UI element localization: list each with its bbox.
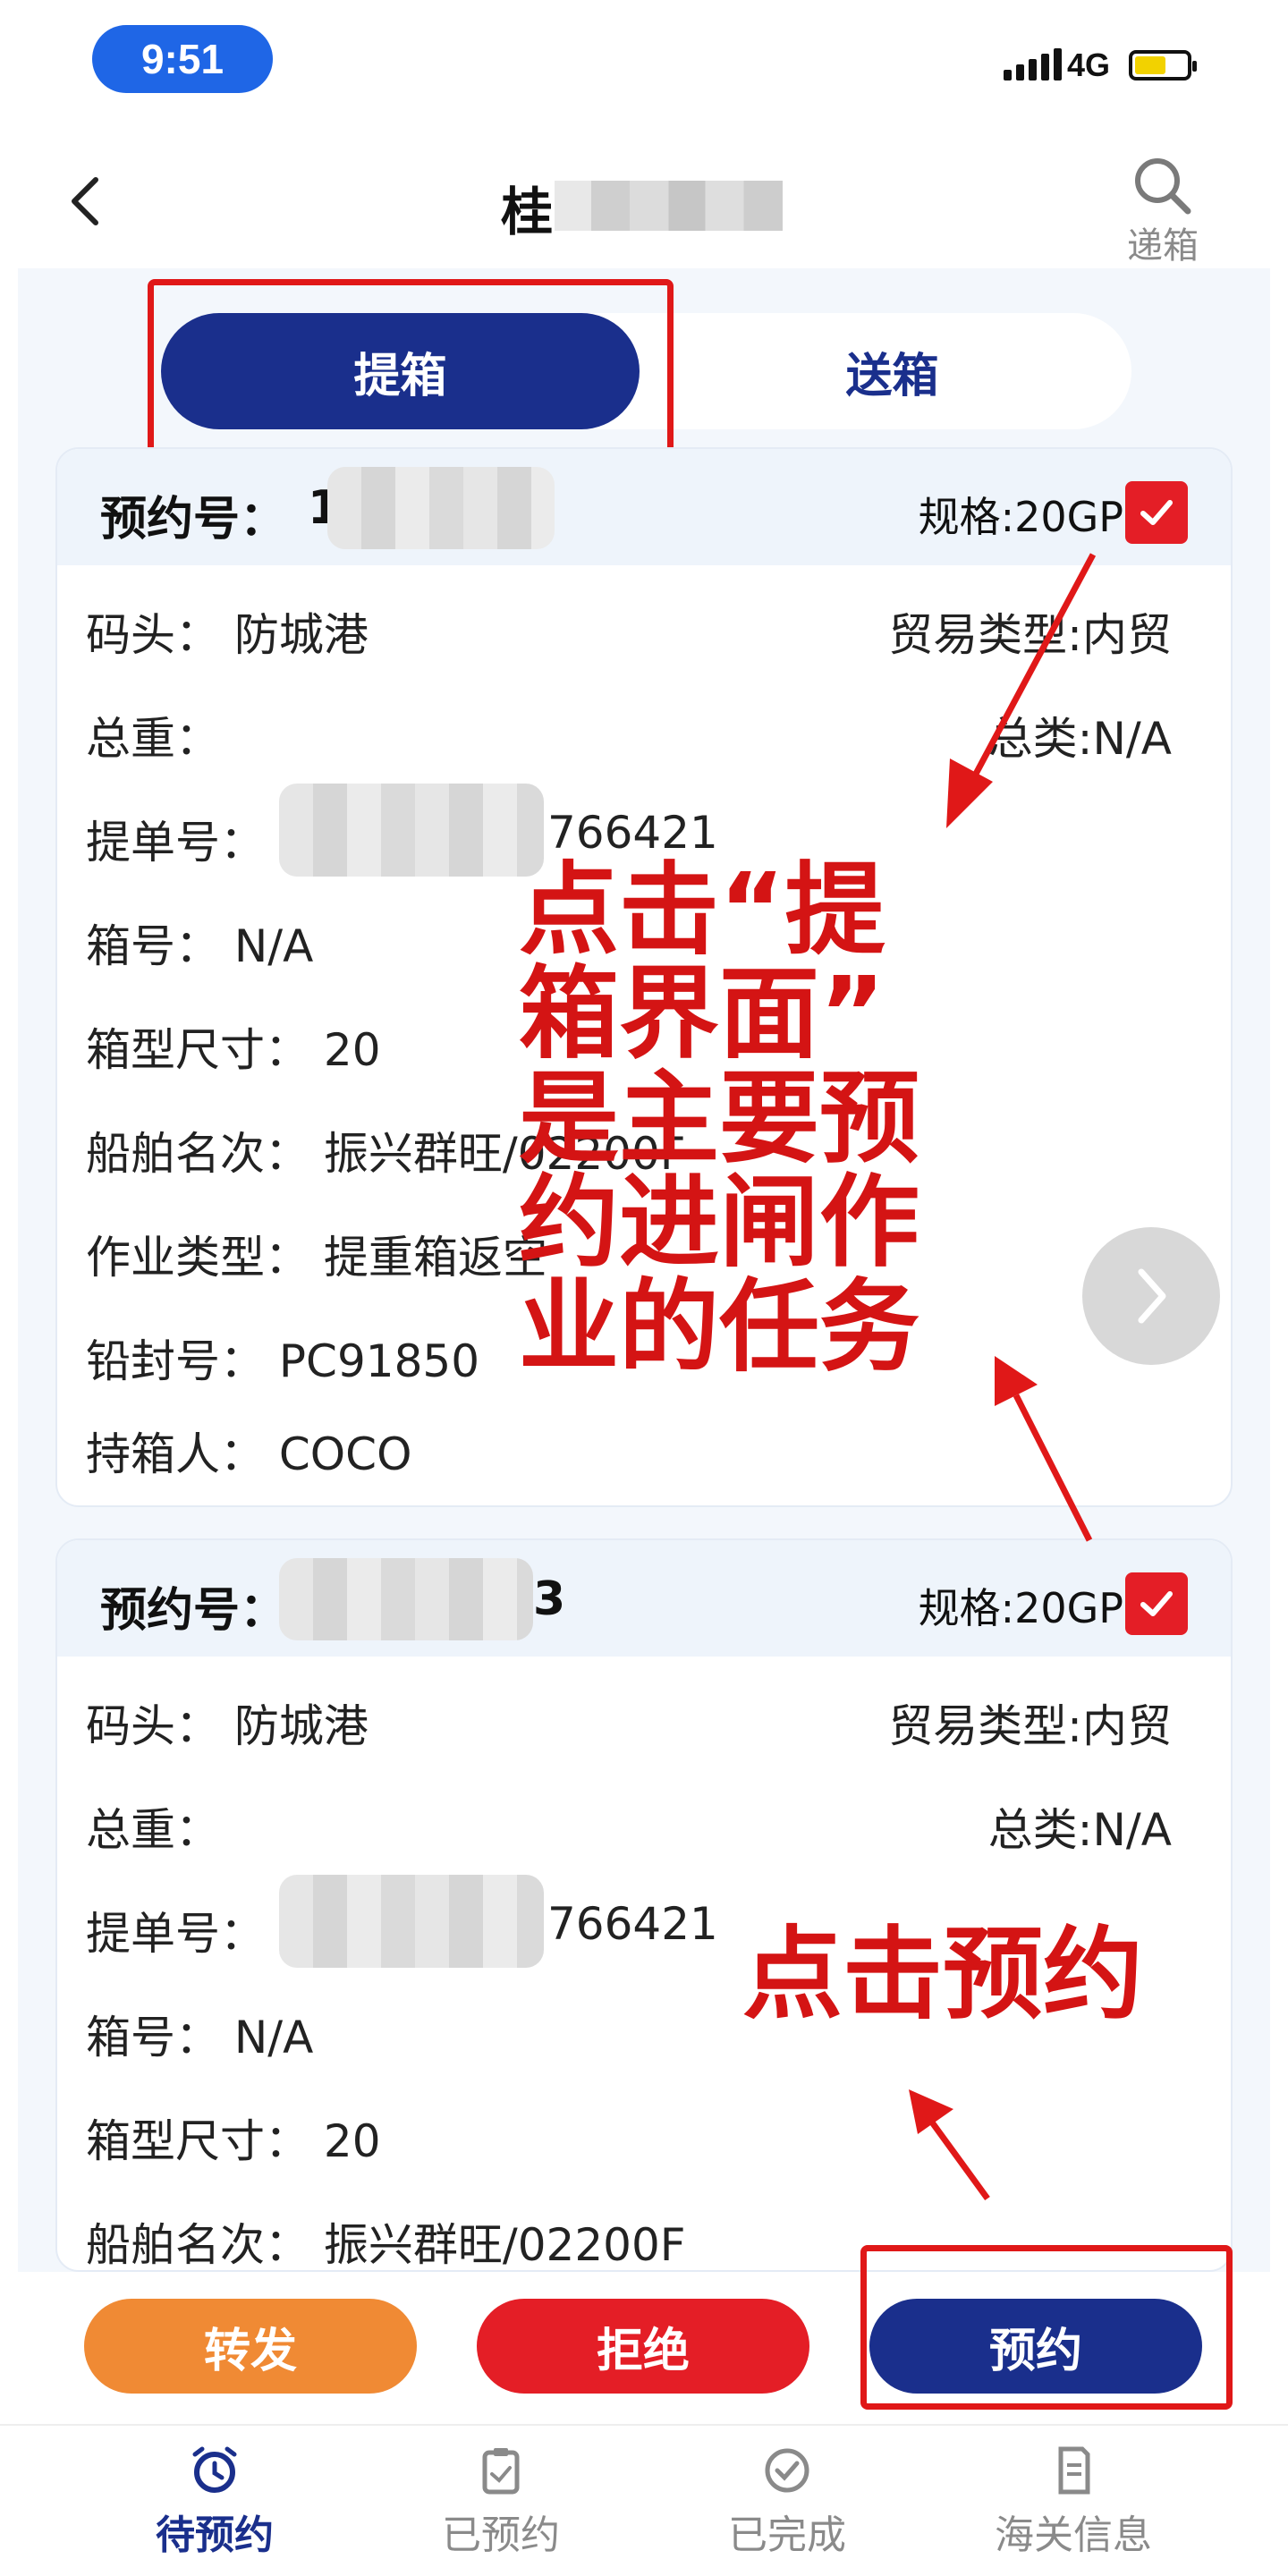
- container-number-field: 箱号： N/A: [86, 920, 314, 972]
- tab-label: 已完成: [728, 2512, 846, 2558]
- bill-label: 提单号：: [86, 1908, 265, 1960]
- tab-label: 待预约: [156, 2512, 274, 2558]
- appointment-card[interactable]: 预约号： 3 规格:20GP 码头： 防城港 贸易类型:内贸 总重： 总类:N/…: [55, 1538, 1233, 2272]
- spec-label: 规格:20GP: [918, 493, 1123, 541]
- reject-button[interactable]: 拒绝: [477, 2299, 809, 2394]
- holder-field: 持箱人： COCO: [86, 1428, 412, 1480]
- bill-redacted: [279, 1875, 544, 1968]
- gross-weight-field: 总重：: [86, 1804, 220, 1856]
- signal-icon: [1004, 48, 1062, 80]
- annotation-line: 是主要预: [519, 1060, 919, 1177]
- status-time: 9:51: [92, 25, 273, 93]
- work-type-field: 作业类型： 提重箱返空: [86, 1232, 547, 1284]
- annotation-line: 业的任务: [519, 1268, 919, 1385]
- trade-type-field: 贸易类型:内贸: [888, 1700, 1172, 1752]
- bill-redacted: [279, 784, 544, 877]
- terminal-field: 码头： 防城港: [86, 1700, 369, 1752]
- search-icon: [1135, 158, 1191, 215]
- nav-header: 桂 递箱: [0, 134, 1288, 268]
- appointment-label: 预约号：: [100, 1584, 287, 1638]
- check-icon: [1140, 1591, 1173, 1616]
- tab-customs[interactable]: 海关信息: [966, 2444, 1181, 2569]
- trade-type-field: 贸易类型:内贸: [888, 609, 1172, 661]
- tab-booked[interactable]: 已预约: [394, 2444, 608, 2569]
- container-number-field: 箱号： N/A: [86, 2012, 314, 2063]
- document-icon: [1058, 2446, 1090, 2495]
- appointment-number: 3: [533, 1572, 566, 1626]
- gross-weight-field: 总重：: [86, 713, 220, 765]
- container-size-field: 箱型尺寸： 20: [86, 1024, 381, 1076]
- network-type: 4G: [1067, 47, 1111, 83]
- appointment-redacted: [279, 1558, 533, 1640]
- card-header: 预约号： 1 规格:20GP: [57, 449, 1231, 565]
- vessel-field: 船舶名次： 振兴群旺/02200F: [86, 2219, 686, 2271]
- annotation-line: 点击“提: [519, 852, 886, 969]
- check-circle-icon: [765, 2448, 809, 2493]
- chevron-right-icon: [1138, 1268, 1166, 1324]
- terminal-field: 码头： 防城港: [86, 609, 369, 661]
- tab-label: 已预约: [442, 2512, 560, 2558]
- title-redacted: [555, 181, 783, 231]
- bill-label: 提单号：: [86, 817, 265, 869]
- battery-icon: [1129, 50, 1197, 80]
- select-checkbox[interactable]: [1125, 1572, 1188, 1635]
- annotation-line: 约进闸作: [519, 1165, 919, 1282]
- page-title: 桂: [501, 182, 554, 242]
- status-bar: 9:51 4G: [0, 0, 1288, 134]
- annotation-box-book: [860, 2245, 1233, 2410]
- container-size-field: 箱型尺寸： 20: [86, 2115, 381, 2167]
- annotation-text-book: 点击预约: [742, 1917, 1143, 2033]
- annotation-text-main: 点击“提 箱界面” 是主要预 约进闸作 业的任务: [519, 852, 919, 1385]
- check-icon: [1140, 500, 1173, 525]
- bill-number: 766421: [547, 807, 718, 859]
- clipboard-icon: [482, 2448, 520, 2495]
- tab-pending[interactable]: 待预约: [107, 2444, 322, 2569]
- bottom-tab-bar: 待预约 已预约 已完成 海关信息: [0, 2424, 1288, 2576]
- tab-label: 海关信息: [995, 2512, 1152, 2558]
- search-label: 递箱: [1127, 225, 1199, 267]
- forward-button[interactable]: 转发: [84, 2299, 417, 2394]
- app-screen: 9:51 4G 桂 递箱 提箱 送箱 预约号： 1 规格:20GP 码头： 防城…: [0, 0, 1288, 2576]
- bill-number: 766421: [547, 1898, 718, 1950]
- appointment-redacted: [327, 467, 555, 549]
- select-checkbox[interactable]: [1125, 481, 1188, 544]
- appointment-label: 预约号：: [100, 493, 287, 547]
- chevron-left-icon: [72, 177, 98, 225]
- category-field: 总类:N/A: [987, 713, 1172, 765]
- annotation-box-tab: [148, 279, 674, 463]
- card-header: 预约号： 3 规格:20GP: [57, 1540, 1231, 1657]
- search-button[interactable]: 递箱: [1109, 152, 1216, 268]
- alarm-clock-icon: [192, 2446, 237, 2493]
- tab-completed[interactable]: 已完成: [680, 2444, 894, 2569]
- next-page-button[interactable]: [1082, 1227, 1220, 1365]
- annotation-line: 箱界面”: [519, 956, 886, 1073]
- spec-label: 规格:20GP: [918, 1584, 1123, 1632]
- category-field: 总类:N/A: [987, 1804, 1172, 1856]
- tab-delivery[interactable]: 送箱: [653, 313, 1131, 429]
- seal-number-field: 铅封号： PC91850: [86, 1335, 480, 1387]
- back-button[interactable]: [54, 170, 116, 233]
